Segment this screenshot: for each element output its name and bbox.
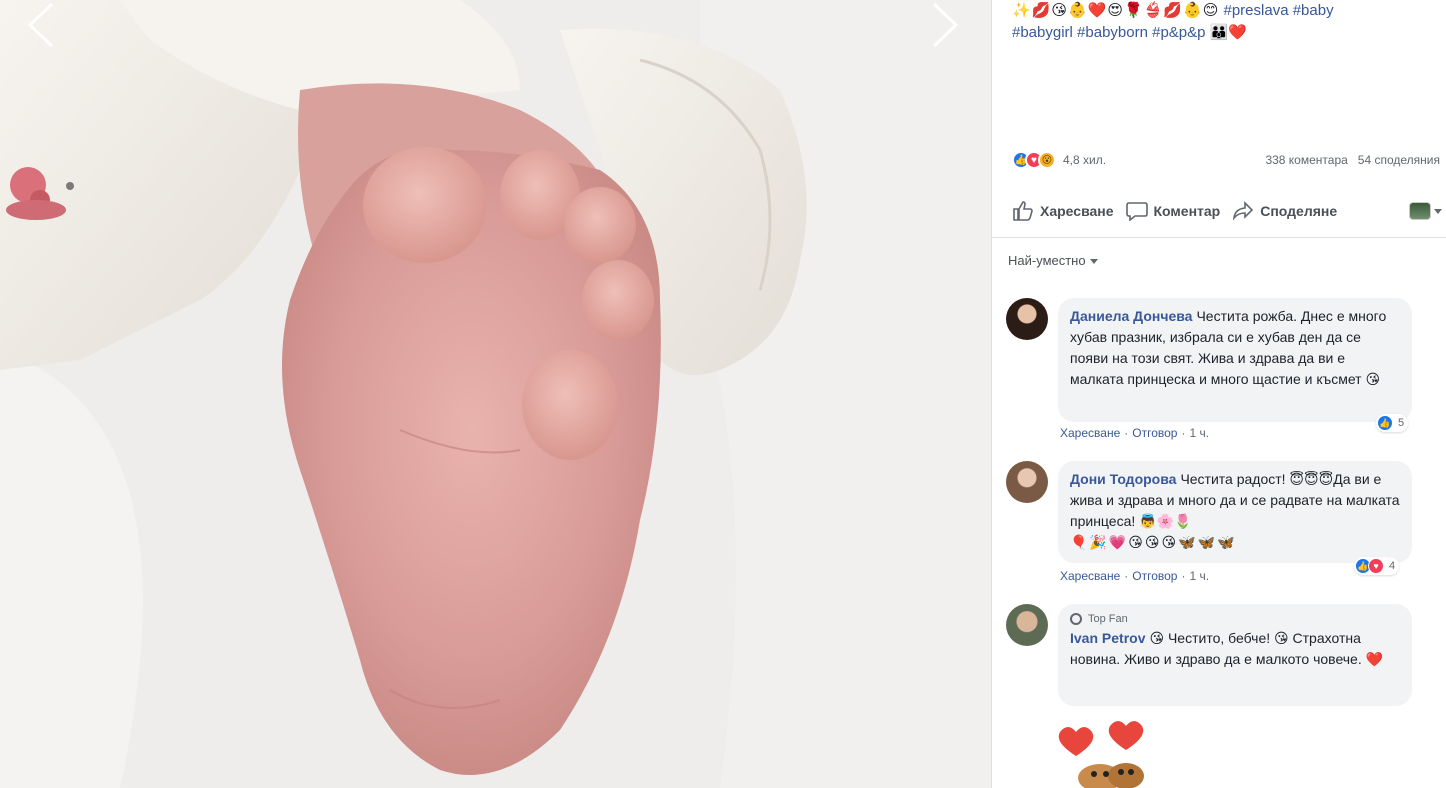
- comment-reply-link[interactable]: Отговор: [1132, 569, 1177, 583]
- comment-button-label: Коментар: [1153, 203, 1221, 219]
- comment-reaction-count[interactable]: 👍 ♥ 4: [1354, 557, 1400, 575]
- post-as-selector[interactable]: [1409, 202, 1442, 220]
- caption-trailing-emojis: 👪❤️: [1209, 24, 1248, 41]
- caret-down-icon: [1089, 259, 1098, 265]
- comment-button[interactable]: Коментар: [1125, 201, 1221, 221]
- avatar[interactable]: [1006, 298, 1048, 340]
- comment-bubble: Даниела Дончева Честита рожба. Днес е мно…: [1058, 298, 1412, 422]
- post-sidebar: ✨💋😘👶❤️😍🌹👙💋👶😊 #preslava #baby #babygirl #…: [991, 0, 1446, 788]
- avatar[interactable]: [1006, 604, 1048, 646]
- sort-label: Най-уместно: [1008, 253, 1086, 268]
- comment-author[interactable]: Даниела Дончева: [1070, 308, 1192, 324]
- comment-emoji-line: 🎈🎉💗😘😘😘🦋🦋🦋: [1070, 534, 1237, 550]
- like-reaction-icon: 👍: [1377, 415, 1393, 431]
- comment-sort-dropdown[interactable]: Най-уместно: [1008, 253, 1098, 268]
- comment-reaction-count[interactable]: 👍 5: [1376, 414, 1409, 432]
- comments-count[interactable]: 338 коментара: [1265, 153, 1347, 167]
- share-button[interactable]: Споделяне: [1232, 201, 1337, 221]
- comment-author[interactable]: Ivan Petrov: [1070, 630, 1145, 646]
- comment-time[interactable]: 1 ч.: [1189, 569, 1209, 583]
- share-button-label: Споделяне: [1260, 203, 1338, 219]
- caption-emojis: ✨💋😘👶❤️😍🌹👙💋👶😊: [1012, 2, 1220, 19]
- caption-hashtags-2[interactable]: #babygirl #babyborn #p&p&p: [1012, 24, 1205, 41]
- comment-time[interactable]: 1 ч.: [1189, 426, 1209, 440]
- comment-meta: Харесване · Отговор · 1 ч.: [1060, 426, 1210, 440]
- thumbs-up-icon: [1013, 201, 1033, 221]
- comment-icon: [1125, 202, 1148, 221]
- reaction-icons[interactable]: 👍 ♥ 😮: [1012, 151, 1056, 169]
- top-fan-badge: Top Fan: [1070, 612, 1400, 626]
- comment-bubble: Top Fan Ivan Petrov 😘 Честито, бебче! 😘 С…: [1058, 604, 1412, 706]
- shares-count[interactable]: 54 споделяния: [1358, 153, 1440, 167]
- share-icon: [1233, 201, 1254, 221]
- post-actions: Харесване Коментар Споделяне: [1012, 193, 1446, 229]
- comment-bubble: Дони Тодорова Честита радост! 😇😇😇Да ви е …: [1058, 461, 1412, 563]
- wow-reaction-icon: 😮: [1038, 151, 1056, 169]
- chevron-right-icon[interactable]: [928, 0, 962, 50]
- caret-down-icon: [1434, 208, 1442, 214]
- comment-author[interactable]: Дони Тодорова: [1070, 471, 1176, 487]
- love-reaction-icon: ♥: [1368, 558, 1384, 574]
- reactions-count[interactable]: 4,8 хил.: [1063, 153, 1106, 167]
- chevron-left-icon[interactable]: [24, 0, 58, 50]
- like-button-label: Харесване: [1040, 203, 1114, 219]
- comment-meta: Харесване · Отговор · 1 ч.: [1060, 569, 1210, 583]
- divider: [992, 237, 1446, 238]
- avatar[interactable]: [1006, 461, 1048, 503]
- caption-hashtags-1[interactable]: #preslava #baby: [1224, 2, 1334, 19]
- post-photo[interactable]: [0, 0, 991, 788]
- love-sticker-icon[interactable]: [1056, 720, 1156, 788]
- comment-reply-link[interactable]: Отговор: [1132, 426, 1177, 440]
- post-stats: 👍 ♥ 😮 4,8 хил. 338 коментара 54 споделян…: [1012, 148, 1440, 172]
- top-fan-icon: [1070, 613, 1082, 625]
- comment-like-link[interactable]: Харесване: [1060, 426, 1120, 440]
- like-button[interactable]: Харесване: [1012, 201, 1114, 221]
- comment-like-link[interactable]: Харесване: [1060, 569, 1120, 583]
- page-avatar-icon: [1409, 202, 1431, 220]
- post-caption: ✨💋😘👶❤️😍🌹👙💋👶😊 #preslava #baby #babygirl #…: [1012, 0, 1432, 44]
- baby-foot-image: [0, 0, 991, 788]
